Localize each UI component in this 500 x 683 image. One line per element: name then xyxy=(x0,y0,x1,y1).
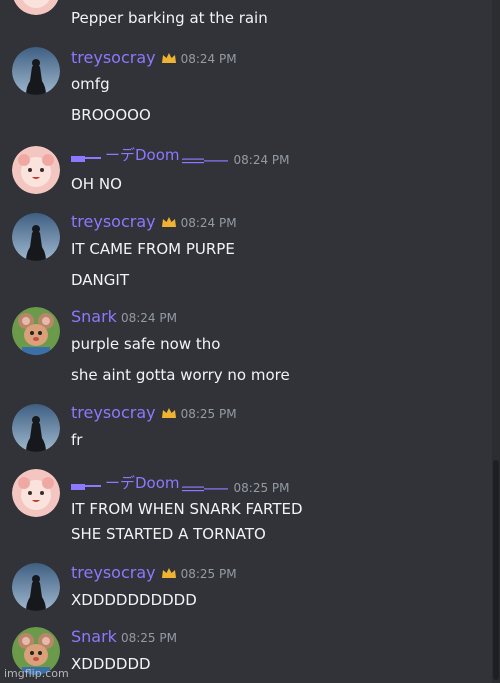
gun-icon xyxy=(71,150,101,162)
message-group: treysocray 08:25 PM fr xyxy=(0,402,490,457)
pink-face-avatar[interactable] xyxy=(12,146,60,194)
message-header: treysocray 08:25 PM xyxy=(71,563,237,582)
timestamp: 08:25 PM xyxy=(120,631,177,645)
timestamp: 08:24 PM xyxy=(233,152,290,167)
message-group: treysocray 08:24 PM omfg BROOOOO xyxy=(0,47,490,127)
username[interactable]: treysocray xyxy=(71,403,156,422)
timestamp: 08:24 PM xyxy=(180,216,237,230)
timestamp: 08:24 PM xyxy=(120,311,177,325)
username[interactable]: treysocray xyxy=(71,563,156,582)
barrel-icon xyxy=(181,151,228,163)
message-text: XDDDDDDDDDD xyxy=(71,591,197,609)
message-group: Pepper barking at the rain xyxy=(0,0,490,27)
message-text: SHE STARTED A TORNATO xyxy=(71,525,266,543)
message-text: OH NO xyxy=(71,175,122,193)
message-text: XDDDDDD xyxy=(71,655,151,673)
message-text: IT CAME FROM PURPE xyxy=(71,240,235,258)
message-header: treysocray 08:24 PM xyxy=(71,212,237,231)
username[interactable]: Snark xyxy=(71,307,117,326)
watermark: imgflip.com xyxy=(4,667,69,680)
crown-icon xyxy=(161,564,177,578)
silhouette-avatar[interactable] xyxy=(12,563,60,611)
message-header: treysocray 08:25 PM xyxy=(71,403,237,422)
pink-face-avatar[interactable] xyxy=(12,0,60,15)
timestamp: 08:25 PM xyxy=(180,567,237,581)
message-text: Pepper barking at the rain xyxy=(71,9,268,27)
pink-face-avatar[interactable] xyxy=(12,469,60,517)
chat-window: Pepper barking at the rain treysocray 08… xyxy=(0,0,500,683)
message-text: IT FROM WHEN SNARK FARTED xyxy=(71,500,303,518)
silhouette-avatar[interactable] xyxy=(12,404,60,452)
mouse-avatar[interactable] xyxy=(12,307,60,355)
message-text: she aint gotta worry no more xyxy=(71,366,290,384)
silhouette-avatar[interactable] xyxy=(12,47,60,95)
gun-icon xyxy=(71,478,101,490)
username[interactable]: Snark xyxy=(71,627,117,646)
timestamp: 08:25 PM xyxy=(233,480,290,495)
barrel-icon xyxy=(181,479,228,491)
message-header: treysocray 08:24 PM xyxy=(71,48,237,67)
message-header: ーデDoom 08:25 PM xyxy=(71,472,290,495)
username[interactable]: treysocray xyxy=(71,212,156,231)
timestamp: 08:25 PM xyxy=(180,407,237,421)
message-header: Snark 08:25 PM xyxy=(71,627,177,646)
username[interactable]: ーデDoom xyxy=(71,144,228,165)
crown-icon xyxy=(161,49,177,63)
message-header: ーデDoom 08:24 PM xyxy=(71,144,290,167)
message-header: Snark 08:24 PM xyxy=(71,307,177,326)
message-text: BROOOOO xyxy=(71,106,151,124)
username[interactable]: treysocray xyxy=(71,48,156,67)
scrollbar-track[interactable] xyxy=(492,0,500,683)
message-text: purple safe now tho xyxy=(71,335,221,353)
message-group: Snark 08:24 PM purple safe now tho she a… xyxy=(0,306,490,386)
message-text: DANGIT xyxy=(71,271,129,289)
message-group: treysocray 08:25 PM XDDDDDDDDDD xyxy=(0,563,490,618)
scrollbar-thumb[interactable] xyxy=(493,460,499,680)
crown-icon xyxy=(161,213,177,227)
message-text: omfg xyxy=(71,75,110,93)
message-group: treysocray 08:24 PM IT CAME FROM PURPE D… xyxy=(0,210,490,290)
crown-icon xyxy=(161,404,177,418)
timestamp: 08:24 PM xyxy=(180,52,237,66)
message-group: Snark 08:25 PM XDDDDDD xyxy=(0,626,490,683)
message-group: ーデDoom 08:25 PM IT FROM WHEN SNARK FARTE… xyxy=(0,469,490,549)
message-text: fr xyxy=(71,431,83,449)
silhouette-avatar[interactable] xyxy=(12,213,60,261)
message-group: ーデDoom 08:24 PM OH NO xyxy=(0,143,490,198)
username[interactable]: ーデDoom xyxy=(71,472,228,493)
